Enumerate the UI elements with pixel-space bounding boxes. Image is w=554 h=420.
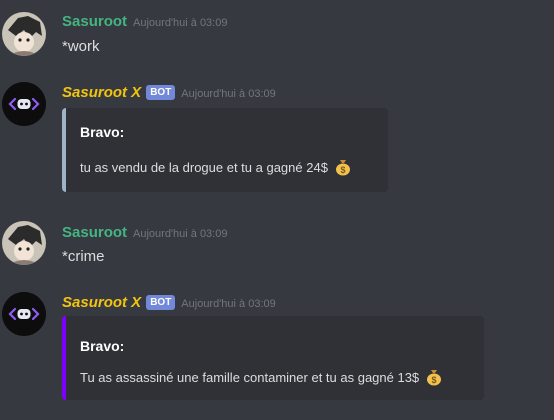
timestamp: Aujourd'hui à 03:09 <box>181 298 276 310</box>
embed-description-text: tu as vendu de la drogue et tu a gagné 2… <box>80 160 328 175</box>
author-name[interactable]: Sasuroot X <box>62 84 141 101</box>
embed: Bravo: Tu as assassiné une famille conta… <box>62 316 484 400</box>
timestamp: Aujourd'hui à 03:09 <box>133 228 228 240</box>
embed-description: Tu as assassiné une famille contaminer e… <box>80 368 443 389</box>
timestamp: Aujourd'hui à 03:09 <box>181 88 276 100</box>
embed: Bravo: tu as vendu de la drogue et tu a … <box>62 108 388 192</box>
bot-avatar-icon <box>2 292 46 336</box>
embed-title: Bravo: <box>80 338 125 354</box>
embed-description-text: Tu as assassiné une famille contaminer e… <box>80 370 420 385</box>
bot-avatar[interactable] <box>2 292 46 336</box>
embed-description: tu as vendu de la drogue et tu a gagné 2… <box>80 158 352 179</box>
money-bag-icon: $ <box>425 368 443 389</box>
author-name[interactable]: Sasuroot <box>62 13 127 30</box>
anime-avatar-icon <box>2 221 46 265</box>
svg-text:$: $ <box>431 375 436 385</box>
bot-avatar-icon <box>2 82 46 126</box>
message-4: Sasuroot X BOT Aujourd'hui à 03:09 Bravo: … <box>0 286 554 410</box>
message-3: Sasuroot Aujourd'hui à 03:09 *crime <box>0 212 554 282</box>
message-content: *work <box>62 38 100 55</box>
message-content: *crime <box>62 248 105 265</box>
svg-text:$: $ <box>340 165 345 175</box>
author-name[interactable]: Sasuroot <box>62 224 127 241</box>
message-2: Sasuroot X BOT Aujourd'hui à 03:09 Bravo: … <box>0 76 554 200</box>
user-avatar[interactable] <box>2 221 46 265</box>
bot-avatar[interactable] <box>2 82 46 126</box>
user-avatar[interactable] <box>2 12 46 56</box>
timestamp: Aujourd'hui à 03:09 <box>133 17 228 29</box>
author-name[interactable]: Sasuroot X <box>62 294 141 311</box>
money-bag-icon: $ <box>334 158 352 179</box>
message-1: Sasuroot Aujourd'hui à 03:09 *work <box>0 0 554 70</box>
bot-tag: BOT <box>146 85 176 100</box>
embed-title: Bravo: <box>80 124 125 140</box>
anime-avatar-icon <box>2 12 46 56</box>
bot-tag: BOT <box>146 295 176 310</box>
